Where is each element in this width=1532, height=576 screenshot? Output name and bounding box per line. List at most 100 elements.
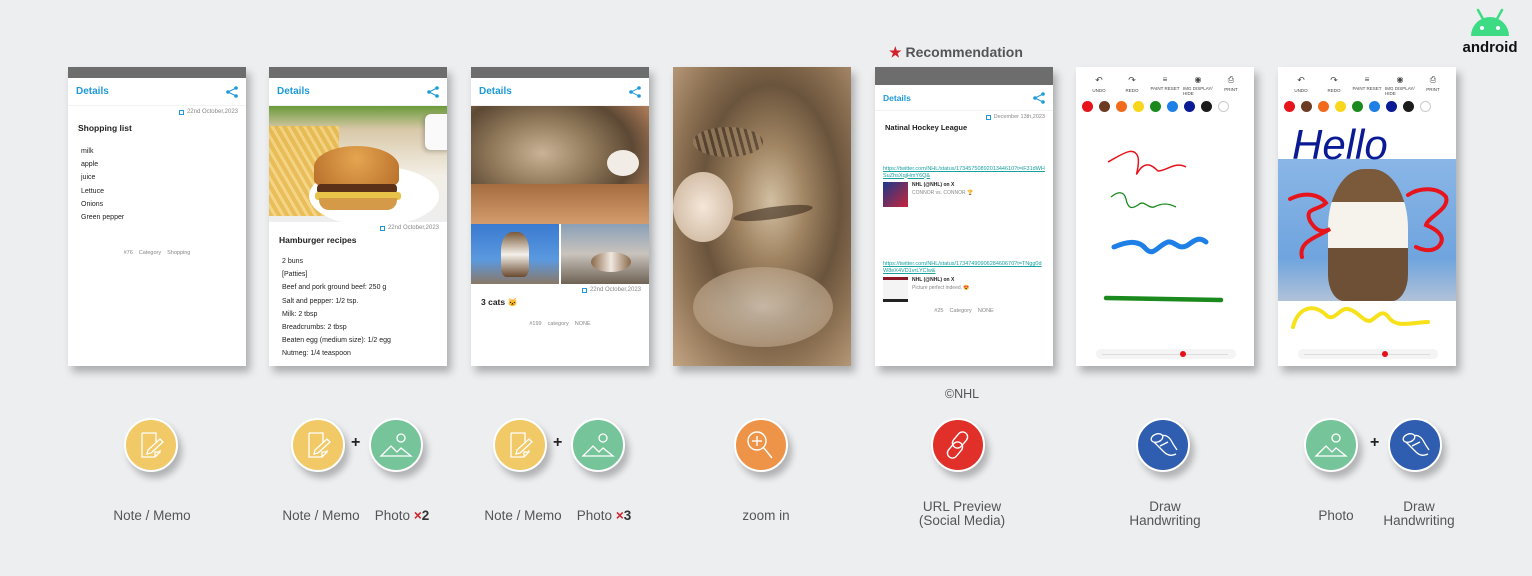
date-text: 22nd October,2023 [186, 109, 238, 115]
note-pencil-icon [308, 432, 331, 458]
memo-feature-icon [124, 418, 178, 472]
cat-photo-3[interactable] [561, 224, 649, 284]
redo-button[interactable]: ↷ REDO [1319, 75, 1349, 97]
color-swatch[interactable] [1167, 101, 1178, 112]
feature-label: Note / Memo [113, 508, 191, 523]
photo-label: Photo [374, 508, 411, 523]
print-button[interactable]: ⎙ PRINT [1216, 75, 1246, 97]
undo-button[interactable]: ↶ UNDO [1286, 75, 1316, 97]
link-chain-icon [946, 431, 969, 459]
card-text: CONNOR vs. CONNOR 🏆 [912, 190, 974, 196]
zoom-feature-icon [734, 418, 788, 472]
cat-photo-main[interactable] [471, 106, 649, 224]
paint-reset-button[interactable]: ≡ PAINT RESET [1352, 75, 1382, 97]
magnifier-plus-icon [747, 431, 773, 459]
share-icon[interactable] [226, 85, 238, 98]
label-line: (Social Media) [918, 513, 1006, 528]
color-swatch[interactable] [1082, 101, 1093, 112]
tool-label: UNDO [1294, 88, 1308, 93]
note-body: milk apple juice Lettuce Onions Green pe… [68, 133, 246, 224]
label-line: URL Preview [922, 499, 1002, 514]
list-item: [Patties] [282, 271, 308, 279]
color-swatch[interactable] [1099, 101, 1110, 112]
print-button[interactable]: ⎙ PRINT [1418, 75, 1448, 97]
photo-feature-icon [369, 418, 423, 472]
feature-label: URL Preview (Social Media) [902, 500, 1022, 528]
print-icon: ⎙ [1227, 75, 1235, 84]
tweet-link[interactable]: https://twitter.com/NHL/status/173457508… [875, 166, 1053, 179]
note-title: Shopping list [78, 123, 132, 133]
list-item: Beaten egg (medium size): 1/2 egg [282, 337, 391, 345]
tool-label: REDO [1125, 88, 1139, 93]
note-date: 22nd October,2023 [471, 284, 649, 293]
tool-label: REDO [1327, 88, 1341, 93]
draw-feature-icon [1136, 418, 1190, 472]
tool-label: PAINT RESET [1150, 86, 1180, 91]
link-preview-card[interactable]: NHL (@NHL) on X Picture perfect indeed. 😍 [875, 274, 1053, 302]
reset-icon: ≡ [1162, 75, 1168, 84]
cat-photo-2[interactable] [471, 224, 561, 284]
color-swatch[interactable] [1218, 101, 1229, 112]
undo-icon: ↶ [1095, 75, 1103, 85]
photo-feature-icon [571, 418, 625, 472]
undo-button[interactable]: ↶ UNDO [1084, 75, 1114, 97]
category-value: NONE [977, 308, 994, 314]
category-value: NONE [574, 321, 591, 327]
img-display-button[interactable]: ◉ IMG DISPLAY/ HIDE [1183, 75, 1213, 97]
stroke-red [1107, 150, 1187, 175]
feature-label: Note / Memo [282, 508, 360, 523]
color-swatch[interactable] [1116, 101, 1127, 112]
color-swatch[interactable] [1201, 101, 1212, 112]
list-item: Salt and pepper: 1/2 tsp. [282, 297, 359, 305]
photo-count: 2 [421, 508, 430, 523]
feature-label-photo-count: Photo ×3 [568, 509, 640, 523]
color-swatch[interactable] [1184, 101, 1195, 112]
feature-label: zoom in [742, 508, 790, 523]
img-display-button[interactable]: ◉ IMG DISPLAY/ HIDE [1385, 75, 1415, 97]
link-preview-card[interactable]: NHL (@NHL) on X CONNOR vs. CONNOR 🏆 [875, 179, 1053, 207]
draw-toolbar: ↶ UNDO ↷ REDO ≡ PAINT RESET ◉ IMG DISPLAY/ H… [1278, 67, 1456, 97]
plus-sign: + [1370, 434, 1380, 451]
calendar-icon [985, 114, 991, 120]
slider-knob[interactable] [1180, 351, 1186, 357]
color-swatch[interactable] [1133, 101, 1144, 112]
drawing-canvas[interactable]: Hello [1278, 107, 1456, 347]
paint-reset-button[interactable]: ≡ PAINT RESET [1150, 75, 1180, 97]
share-icon[interactable] [629, 85, 641, 98]
list-item: milk [81, 148, 94, 155]
tweet-link[interactable]: https://twitter.com/NHL/status/173474909… [875, 261, 1053, 274]
memo-feature-icon [493, 418, 547, 472]
label-line: Handwriting [1129, 513, 1201, 528]
list-item: Green pepper [81, 214, 125, 222]
draw-feature-icon [1388, 418, 1442, 472]
memo-feature-icon [291, 418, 345, 472]
eye-icon: ◉ [1396, 75, 1404, 84]
date-text: December 13th,2023 [993, 114, 1045, 120]
slider-track [1304, 354, 1430, 355]
brush-size-slider[interactable] [1298, 349, 1438, 359]
url-feature-icon [931, 418, 985, 472]
feature-label: Draw Handwriting [1110, 500, 1220, 528]
color-swatch[interactable] [1150, 101, 1161, 112]
redo-icon: ↷ [1128, 75, 1136, 85]
list-item: juice [81, 174, 96, 182]
copyright-label: ©NHL [944, 387, 980, 401]
share-icon[interactable] [427, 85, 439, 98]
screen-url-preview: Details December 13th,2023 Natinal Hocke… [875, 67, 1053, 366]
hamburger-photo[interactable] [269, 106, 447, 222]
redo-button[interactable]: ↷ REDO [1117, 75, 1147, 97]
share-icon[interactable] [1033, 91, 1045, 104]
brush-size-slider[interactable] [1096, 349, 1236, 359]
screen-zoom-photo[interactable] [673, 67, 851, 366]
app-header: Details [68, 78, 246, 106]
app-header: Details [875, 85, 1053, 111]
times-icon: × [615, 508, 624, 523]
header-title: Details [277, 86, 310, 97]
note-date: 22nd October,2023 [269, 222, 447, 231]
photo-count: 3 [623, 508, 632, 523]
tool-label: PRINT [1224, 87, 1238, 92]
drawing-canvas[interactable] [1076, 127, 1254, 327]
slider-knob[interactable] [1382, 351, 1388, 357]
image-icon [581, 433, 615, 457]
recommendation-label: ★ Recommendation [889, 44, 1023, 61]
